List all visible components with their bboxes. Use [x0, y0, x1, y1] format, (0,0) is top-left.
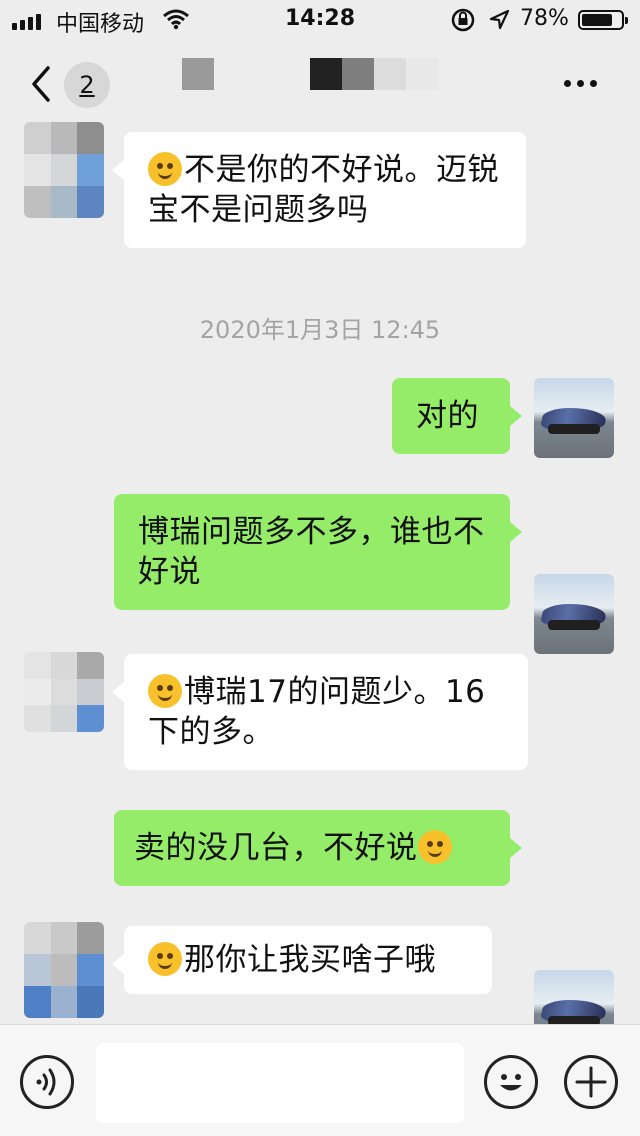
- chat-title-blurred: [182, 58, 214, 90]
- more-icon[interactable]: [564, 80, 597, 87]
- chevron-left-icon[interactable]: [22, 62, 62, 106]
- facepalm-emoji-icon: [148, 152, 182, 186]
- message-text: 对的: [416, 398, 479, 434]
- status-bar: 中国移动 14:28 78%: [0, 0, 640, 40]
- worried-emoji-icon: [148, 942, 182, 976]
- smiley-icon[interactable]: [484, 1055, 538, 1109]
- chat-title-blurred-part: [374, 58, 406, 90]
- my-avatar[interactable]: [534, 574, 614, 654]
- message-bubble-incoming[interactable]: 不是你的不好说。迈锐宝不是问题多吗: [112, 132, 526, 248]
- message-text: 卖的没几台，不好说: [134, 830, 418, 866]
- voice-icon[interactable]: [20, 1055, 74, 1109]
- message-bubble-incoming[interactable]: 那你让我买啥子哦: [112, 926, 492, 994]
- message-bubble-outgoing[interactable]: 对的: [392, 378, 522, 454]
- battery-icon: [578, 10, 628, 30]
- message-bubble-outgoing[interactable]: 博瑞问题多不多，谁也不好说: [114, 494, 522, 610]
- contact-avatar[interactable]: [24, 122, 104, 218]
- contact-avatar[interactable]: [24, 652, 104, 732]
- input-bar: [0, 1024, 640, 1136]
- message-input[interactable]: [96, 1043, 464, 1123]
- my-avatar[interactable]: [534, 378, 614, 458]
- chat-header: 2: [0, 40, 640, 128]
- chat-title-blurred-part: [406, 58, 438, 90]
- message-text: 不是你的不好说。迈锐宝不是问题多吗: [148, 152, 499, 228]
- facepalm-emoji-icon: [417, 830, 452, 864]
- chat-title-blurred-part: [342, 58, 374, 90]
- chat-timestamp: 2020年1月3日 12:45: [199, 316, 441, 344]
- message-bubble-outgoing[interactable]: 卖的没几台，不好说: [114, 810, 522, 886]
- message-text: 那你让我买啥子哦: [184, 942, 436, 978]
- message-bubble-incoming[interactable]: 博瑞17的问题少。16下的多。: [112, 654, 528, 770]
- plus-icon[interactable]: [564, 1055, 618, 1109]
- location-icon: [489, 9, 510, 30]
- rotation-lock-icon: [451, 8, 475, 32]
- message-text: 博瑞17的问题少。16下的多。: [148, 674, 486, 750]
- contact-avatar[interactable]: [24, 922, 104, 1018]
- message-text: 博瑞问题多不多，谁也不好说: [138, 514, 485, 590]
- unread-count-badge[interactable]: 2: [64, 62, 110, 108]
- pleading-emoji-icon: [148, 674, 182, 708]
- chat-title-blurred-part: [310, 58, 342, 90]
- battery-percent: 78%: [520, 6, 569, 31]
